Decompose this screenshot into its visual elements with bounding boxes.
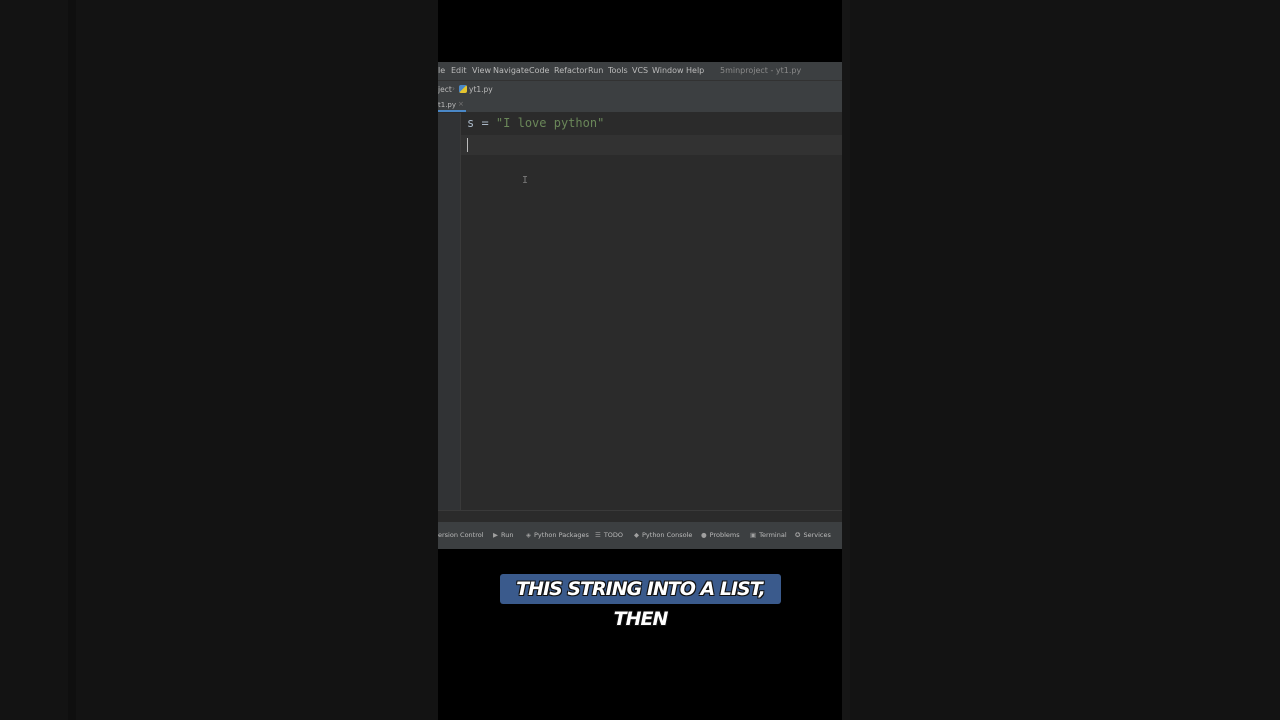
- terminal-icon: ▣: [750, 531, 757, 539]
- tool-label: Services: [803, 531, 831, 539]
- tool-label: Problems: [709, 531, 740, 539]
- tool-label: Terminal: [759, 531, 787, 539]
- video-caption: THIS STRING INTO A LIST, THEN: [500, 574, 781, 630]
- breadcrumb-file[interactable]: yt1.py: [469, 85, 493, 94]
- tool-label: Python Packages: [534, 531, 589, 539]
- navigation-bar: ject › yt1.py: [438, 80, 842, 98]
- menu-navigate[interactable]: Navigate: [493, 66, 529, 75]
- tool-label: ersion Control: [438, 531, 484, 539]
- code-line: s = "I love python": [467, 116, 604, 130]
- caption-text: THIS STRING INTO A LIST, THEN: [516, 578, 766, 630]
- python-file-icon: [459, 85, 467, 93]
- tool-todo[interactable]: ☰ TODO: [595, 531, 623, 539]
- right-blurred-background: [842, 0, 1280, 720]
- menu-run[interactable]: Run: [588, 66, 603, 75]
- tool-label: TODO: [603, 531, 624, 539]
- menu-file[interactable]: le: [438, 66, 445, 75]
- left-blurred-background: [0, 0, 438, 720]
- ide-window: le Edit View Navigate Code Refactor Run …: [438, 62, 842, 549]
- run-icon: ▶: [493, 531, 498, 539]
- window-title: 5minproject - yt1.py: [720, 66, 802, 75]
- tool-label: Python Console: [642, 531, 693, 539]
- tool-services[interactable]: ✪ Services: [795, 531, 831, 539]
- problems-icon: ●: [701, 531, 707, 539]
- tool-python-packages[interactable]: ◈ Python Packages: [526, 531, 589, 539]
- menu-view[interactable]: View: [472, 66, 491, 75]
- breadcrumb-separator: ›: [452, 84, 455, 93]
- menu-bar: le Edit View Navigate Code Refactor Run …: [438, 62, 842, 80]
- left-stripe: [68, 0, 76, 720]
- menu-edit[interactable]: Edit: [451, 66, 467, 75]
- code-string-literal: "I love python": [495, 116, 605, 130]
- packages-icon: ◈: [526, 531, 531, 539]
- services-icon: ✪: [795, 531, 801, 539]
- menu-tools[interactable]: Tools: [608, 66, 628, 75]
- menu-code[interactable]: Code: [529, 66, 549, 75]
- todo-icon: ☰: [595, 531, 601, 539]
- close-icon[interactable]: ×: [458, 100, 464, 108]
- code-operator: =: [474, 116, 496, 130]
- tab-yt1-py[interactable]: t1.py ×: [438, 98, 466, 112]
- current-line-highlight: [461, 135, 842, 155]
- tab-label: t1.py: [438, 101, 457, 109]
- right-stripe: [842, 0, 850, 720]
- mouse-ibeam-cursor-icon: I: [522, 175, 529, 186]
- tool-window-bar: ersion Control ▶ Run ◈ Python Packages ☰ TO…: [438, 522, 842, 549]
- text-caret: [467, 138, 468, 152]
- tool-problems[interactable]: ● Problems: [701, 531, 740, 539]
- breadcrumb-project[interactable]: ject: [438, 85, 452, 94]
- menu-refactor[interactable]: Refactor: [554, 66, 588, 75]
- tool-label: Run: [501, 531, 514, 539]
- editor-tab-bar: t1.py ×: [438, 98, 842, 113]
- tool-run[interactable]: ▶ Run: [493, 531, 513, 539]
- menu-help[interactable]: Help: [686, 66, 704, 75]
- tool-python-console[interactable]: ◆ Python Console: [634, 531, 692, 539]
- editor-gutter: [438, 113, 461, 510]
- menu-window[interactable]: Window: [652, 66, 684, 75]
- menu-vcs[interactable]: VCS: [632, 66, 648, 75]
- console-icon: ◆: [634, 531, 639, 539]
- code-editor[interactable]: s = "I love python" I: [461, 113, 842, 510]
- tool-version-control[interactable]: ersion Control: [438, 531, 484, 539]
- tool-terminal[interactable]: ▣ Terminal: [750, 531, 787, 539]
